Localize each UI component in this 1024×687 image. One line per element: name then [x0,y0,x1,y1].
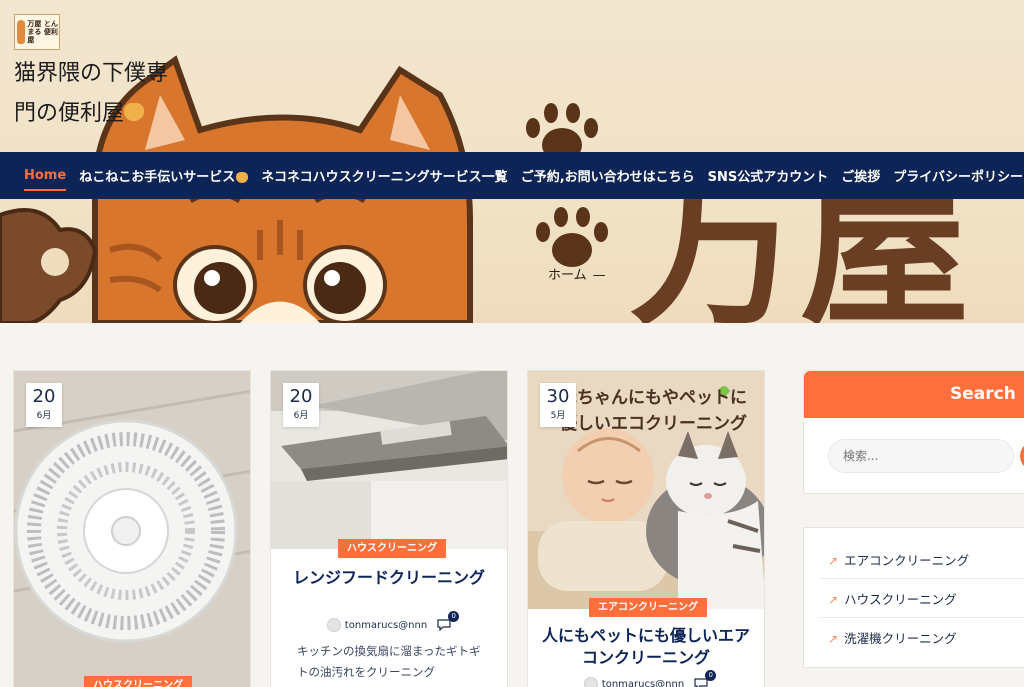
nav-item-greeting[interactable]: ご挨拶 [841,166,880,185]
comment-count: 0 [705,670,717,681]
search-widget-title: Search [804,371,1024,418]
search-input[interactable] [828,439,1014,473]
post-excerpt: キッチンの換気扇に溜まったギトギトの油汚れをクリーニング [297,644,481,679]
post-meta: tonmarucs@nnn 0 [271,611,507,632]
logo-text: 万屋 とんまる 便利屋 [27,20,58,44]
breadcrumb-home[interactable]: ホーム [548,268,587,283]
category-label: エアコンクリーニング [844,553,970,568]
arrow-up-right-icon: ↗ [828,632,839,646]
arrow-up-right-icon: ↗ [828,593,839,607]
post-author[interactable]: tonmarucs@nnn [602,679,684,687]
divider [820,578,1024,579]
comment-icon[interactable]: 0 [437,611,460,632]
post-date: 20 6月 [26,383,62,427]
category-label: ハウスクリーニング [844,592,957,607]
site-title-line1: 猫界隈の下僕専 [14,61,169,86]
post-category-badge[interactable]: エアコンクリーニング [589,598,707,617]
post-meta: tonmarucs@nnn 0 [528,670,764,687]
comment-count: 0 [448,611,460,622]
post-card[interactable]: 赤ちゃんにもやペットに優しいエコクリーニング 30 5月 エアコンクリーニング … [527,370,765,687]
category-item[interactable]: ↗ ハウスクリーニング [828,589,957,608]
post-title[interactable]: レンジフードクリーニング [281,567,497,589]
site-title[interactable]: 猫界隈の下僕専 門の便利屋 [14,54,204,134]
category-label: 洗濯機クリーニング [844,631,957,646]
post-date: 20 6月 [283,383,319,427]
post-category-badge[interactable]: ハウスクリーニング [338,539,446,558]
cat-emoji-icon [124,103,145,121]
category-widget: ↗ エアコンクリーニング ↗ ハウスクリーニング ↗ 洗濯機クリーニング [803,527,1024,668]
arrow-up-right-icon: ↗ [828,554,839,568]
breadcrumb: ホーム — [548,264,606,283]
post-date: 30 5月 [540,383,576,427]
nav-item-privacy-policy[interactable]: プライバシーポリシー [893,166,1023,185]
divider [820,617,1024,618]
author-avatar [326,618,341,632]
wrench-illustration [0,208,98,323]
nav-item-house-cleaning-list[interactable]: ネコネコハウスクリーニングサービス一覧 [261,166,507,185]
nav-item-sns[interactable]: SNS公式アカウント [708,166,829,185]
main-navigation: Home ねこねこお手伝いサービス ネコネコハウスクリーニングサービス一覧 ご予… [0,152,1024,199]
search-widget: Search [803,370,1024,494]
post-author[interactable]: tonmarucs@nnn [345,620,427,631]
site-logo[interactable]: 万屋 とんまる 便利屋 [14,14,60,50]
post-title[interactable]: 人にもペットにも優しいエアコンクリーニング [538,625,754,669]
post-category-badge[interactable]: ハウスクリーニング [84,676,192,687]
search-button[interactable] [1020,441,1024,471]
category-item[interactable]: ↗ 洗濯機クリーニング [828,628,957,647]
post-date-day: 20 [289,386,313,407]
nav-item-cat-help-service[interactable]: ねこねこお手伝いサービス [79,166,249,185]
category-item[interactable]: ↗ エアコンクリーニング [828,550,969,569]
post-card[interactable]: 20 6月 ハウスクリーニング [13,370,251,687]
logo-cat-icon [17,20,26,44]
breadcrumb-separator: — [592,268,606,283]
nav-item-home[interactable]: Home [24,168,67,191]
post-date-month: 6月 [36,411,52,421]
post-date-month: 6月 [293,411,309,421]
nav-item-contact[interactable]: ご予約,お問い合わせはこちら [521,166,695,185]
thumbnail-caption: 赤ちゃんにもやペットに優しいエコクリーニング [560,388,747,434]
post-card[interactable]: 20 6月 ハウスクリーニング レンジフードクリーニング tonmarucs@n… [270,370,508,687]
cat-emoji-icon [236,172,249,183]
nav-item-label: ねこねこお手伝いサービス [79,170,236,185]
author-avatar [583,677,598,687]
post-date-month: 5月 [550,411,566,421]
post-date-day: 30 [546,386,570,407]
site-title-line2: 門の便利屋 [14,101,125,126]
post-date-day: 20 [32,386,56,407]
comment-icon[interactable]: 0 [694,670,717,687]
